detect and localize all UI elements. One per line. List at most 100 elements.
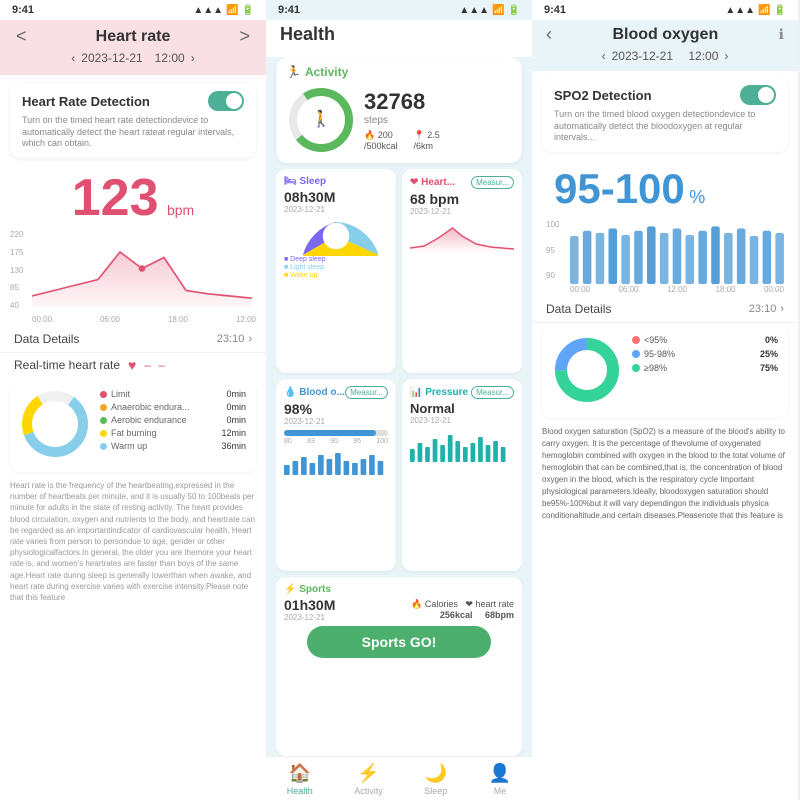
heart-tile-title: ❤ Heart... <box>410 177 455 188</box>
steps-value: 32768 <box>364 89 512 115</box>
blood-mini-chart <box>284 447 388 477</box>
zone-limit: Limit 0min <box>100 389 246 399</box>
spo2-bar-chart: 1009590 00:0006:0012:0018:0000:00 <box>542 216 788 296</box>
heart-tile-date: 2023-12-21 <box>410 207 514 216</box>
phone-heart-rate: 9:41 ▲▲▲ 📶 🔋 < Heart rate > ‹ 2023-12-21… <box>0 0 266 800</box>
spo2-toggle[interactable] <box>740 85 776 105</box>
page-title: Heart rate <box>27 28 240 46</box>
pressure-measure-btn[interactable]: Measur... <box>471 386 514 399</box>
signal-icon: ▲▲▲ <box>193 5 223 16</box>
legend-below95: <95% 0% <box>632 335 778 345</box>
blood-bar-track: 80839095100 <box>284 430 388 445</box>
back-arrow[interactable]: < <box>16 26 27 47</box>
nav-sleep[interactable]: 🌙 Sleep <box>424 763 447 796</box>
activity-nav-icon: ⚡ <box>357 763 379 784</box>
sports-tile: ⚡ Sports 01h30M 2023-12-21 🔥 Calories ❤ … <box>276 577 522 756</box>
heart-tile[interactable]: ❤ Heart... Measur... 68 bpm 2023-12-21 <box>402 169 522 373</box>
heart-rate-chart: 2201751308540 00:0006:0018:0012:00 <box>10 226 256 326</box>
blood-tile[interactable]: 💧 Blood o... Measur... 98% 2023-12-21 80… <box>276 379 396 571</box>
realtime-label: Real-time heart rate <box>14 358 120 372</box>
spo2-value-display: 95-100 % <box>542 158 788 216</box>
blood-tile-date: 2023-12-21 <box>284 417 388 426</box>
pressure-value: Normal <box>410 401 514 416</box>
data-details-row[interactable]: Data Details 23:10 › <box>0 326 266 353</box>
x-axis-labels: 00:0006:0018:0012:00 <box>32 315 256 324</box>
distance-value: 2.5 <box>427 130 440 140</box>
battery-icon-2: 🔋 <box>508 5 520 16</box>
zones-list: Limit 0min Anaerobic endura... 0min Aero… <box>100 389 246 464</box>
calories-value: 200 <box>378 130 393 140</box>
battery-icon-3: 🔋 <box>774 5 786 16</box>
p3-nav-right[interactable]: › <box>724 49 728 63</box>
sports-calories-label: Calories <box>425 599 458 609</box>
detection-toggle[interactable] <box>208 91 244 111</box>
nav-left-date[interactable]: ‹ <box>71 51 75 65</box>
time-3: 9:41 <box>544 4 566 16</box>
legend-above98: ≥98% 75% <box>632 363 778 373</box>
heart-measure-btn[interactable]: Measur... <box>471 176 514 189</box>
time-2: 9:41 <box>278 4 300 16</box>
steps-label: steps <box>364 115 512 126</box>
time-1: 9:41 <box>12 4 34 16</box>
sports-duration: 01h30M <box>284 597 335 613</box>
sports-title: ⚡ Sports <box>284 584 331 595</box>
health-nav-icon: 🏠 <box>289 763 311 784</box>
pressure-date: 2023-12-21 <box>410 416 514 425</box>
sleep-value: 08h30M <box>284 189 388 205</box>
status-icons-2: ▲▲▲ 📶 🔋 <box>459 5 520 16</box>
status-bar-1: 9:41 ▲▲▲ 📶 🔋 <box>0 0 266 20</box>
blood-tile-value: 98% <box>284 401 388 417</box>
spo2-big-value: 95-100 <box>554 165 685 212</box>
donut-chart <box>20 389 90 464</box>
p3-description: Blood oxygen saturation (SpO2) is a meas… <box>542 426 788 522</box>
p3-chevron: › <box>780 303 784 315</box>
blood-oxygen-header: ‹ Blood oxygen ℹ ‹ 2023-12-21 12:00 › <box>532 20 798 71</box>
sports-go-button[interactable]: Sports GO! <box>307 626 491 658</box>
activity-stats: 🔥 200 /500kcal 📍 2.5 /6km <box>364 130 512 151</box>
chevron-right-icon: › <box>248 333 252 345</box>
nav-me[interactable]: 👤 Me <box>489 763 511 796</box>
sleep-chart <box>284 216 388 256</box>
dash-marks: – – <box>144 358 167 372</box>
detection-title: Heart Rate Detection <box>22 94 150 109</box>
pressure-tile[interactable]: 📊 Pressure Measur... Normal 2023-12-21 <box>402 379 522 571</box>
bpm-value: 123 <box>72 169 159 227</box>
activity-header: 🏃 Activity <box>286 65 512 79</box>
spo2-percent: % <box>689 187 705 207</box>
heart-rate-header: < Heart rate > ‹ 2023-12-21 12:00 › <box>0 20 266 75</box>
blood-measure-btn[interactable]: Measur... <box>345 386 388 399</box>
nav-health[interactable]: 🏠 Health <box>287 763 313 796</box>
sleep-tile[interactable]: 🛏 Sleep 08h30M 2023-12-21 ■ Deep sleep ■… <box>276 169 396 373</box>
heart-tile-chart <box>410 218 514 258</box>
y-axis-labels: 2201751308540 <box>10 230 32 310</box>
data-details-right: 23:10 › <box>217 333 252 345</box>
p1-info-text: Heart rate is the frequency of the heart… <box>10 480 256 603</box>
activity-ring: 🚶 <box>286 85 356 155</box>
sleep-date: 2023-12-21 <box>284 205 388 214</box>
nav-activity[interactable]: ⚡ Activity <box>354 763 383 796</box>
heart-tile-value: 68 bpm <box>410 191 514 207</box>
sports-hr-value: 68bpm <box>485 610 514 620</box>
zone-aerobic: Aerobic endurance 0min <box>100 415 246 425</box>
realtime-row: Real-time heart rate ♥ – – <box>0 353 266 377</box>
health-grid: 🛏 Sleep 08h30M 2023-12-21 ■ Deep sleep ■… <box>276 169 522 756</box>
status-bar-3: 9:41 ▲▲▲ 📶 🔋 <box>532 0 798 20</box>
p3-donut-section: <95% 0% 95-98% 25% ≥98% 75% <box>542 327 788 418</box>
p3-details-label: Data Details <box>546 302 611 316</box>
pressure-mini-chart <box>410 427 514 457</box>
p3-nav-left[interactable]: ‹ <box>602 49 606 63</box>
p3-data-details[interactable]: Data Details 23:10 › <box>532 296 798 323</box>
bpm-unit: bpm <box>167 202 194 218</box>
detection-card: Heart Rate Detection Turn on the timed h… <box>10 83 256 158</box>
forward-arrow[interactable]: > <box>239 26 250 47</box>
pressure-title: 📊 Pressure <box>410 387 468 398</box>
p3-nav: ‹ Blood oxygen ℹ <box>546 24 784 45</box>
header-nav: < Heart rate > <box>16 26 250 47</box>
svg-text:🚶: 🚶 <box>311 109 331 128</box>
health-title: Health <box>280 24 518 45</box>
health-header: Health <box>266 20 532 57</box>
blood-tile-title: 💧 Blood o... <box>284 387 345 398</box>
legend-95-98: 95-98% 25% <box>632 349 778 359</box>
nav-right-date[interactable]: › <box>191 51 195 65</box>
info-icon[interactable]: ℹ <box>779 26 784 43</box>
